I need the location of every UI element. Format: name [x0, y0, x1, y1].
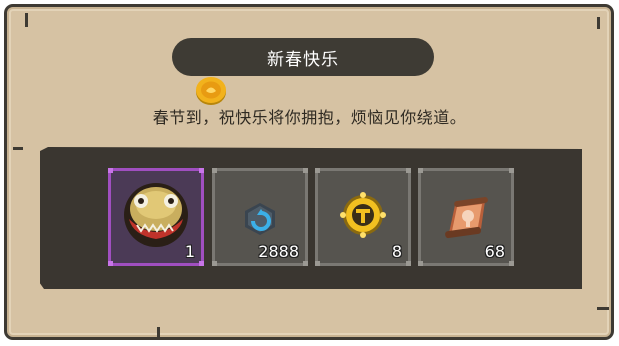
reward-count: 2888 [258, 242, 299, 261]
reward-slot-blue-gem[interactable]: 2888 [212, 168, 308, 266]
reward-count: 8 [391, 242, 402, 261]
dialog-title: 新春快乐 [267, 49, 339, 70]
crack-decoration [25, 13, 28, 27]
reward-slot-gold-medal[interactable]: 8 [315, 168, 411, 266]
reward-count: 68 [484, 242, 505, 261]
crack-decoration [13, 147, 23, 150]
dialog-message: 春节到，祝快乐将你拥抱，烦恼见你绕道。 [152, 108, 467, 127]
crack-decoration [597, 307, 609, 310]
gold-coin-icon [196, 77, 226, 105]
title-banner: 新春快乐 [172, 38, 434, 76]
reward-slot-golden-mask[interactable]: 1 [108, 168, 204, 266]
reward-slot-scroll[interactable]: 68 [418, 168, 514, 266]
crack-decoration [157, 327, 160, 337]
reward-count: 1 [184, 242, 195, 261]
crack-decoration [597, 17, 600, 29]
